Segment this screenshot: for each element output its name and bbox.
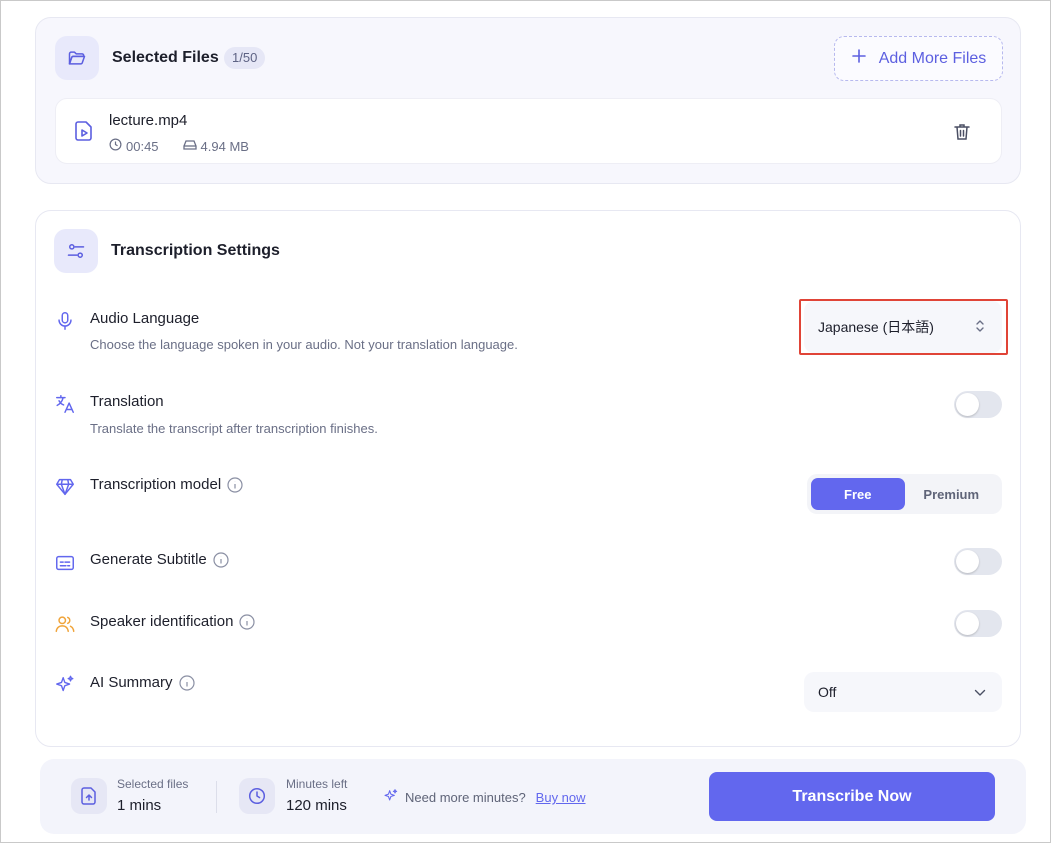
microphone-icon [54, 310, 78, 334]
ai-summary-label: AI Summary [90, 674, 195, 691]
translation-label: Translation [90, 393, 164, 410]
need-more-minutes: Need more minutes? Buy now [383, 788, 586, 807]
diamond-icon [54, 476, 78, 500]
clock-icon [109, 138, 122, 154]
transcription-model-text: Transcription model [90, 476, 222, 493]
model-segmented-control: Free Premium [807, 474, 1002, 514]
sparkles-icon [54, 674, 78, 698]
ai-summary-select[interactable]: Off [804, 672, 1002, 712]
add-more-files-button[interactable]: Add More Files [834, 36, 1003, 81]
settings-title: Transcription Settings [111, 242, 280, 259]
toggle-knob [956, 612, 979, 635]
file-count-badge: 1/50 [224, 47, 266, 69]
audio-language-value: Japanese (日本語) [818, 319, 934, 335]
audio-language-select[interactable]: Japanese (日本語) [804, 301, 1002, 353]
file-meta: 00:45 4.94 MB [109, 138, 249, 154]
speaker-identification-label: Speaker identification [90, 613, 256, 630]
info-icon[interactable] [178, 674, 195, 691]
need-more-minutes-text: Need more minutes? [405, 790, 526, 805]
translate-icon [54, 393, 78, 417]
subtitle-icon [54, 552, 78, 576]
info-icon[interactable] [213, 551, 229, 568]
transcription-settings-card: Transcription Settings Audio Language Ch… [35, 210, 1021, 747]
storage-icon [182, 139, 197, 154]
users-icon [54, 613, 78, 637]
selected-files-card: Selected Files 1/50 Add More Files lectu… [35, 17, 1021, 184]
video-file-icon [75, 121, 93, 146]
clock-icon [239, 778, 275, 814]
chevron-down-icon [974, 684, 986, 700]
toggle-knob [956, 393, 979, 416]
minutes-left-value: 120 mins [286, 797, 347, 814]
plus-icon [851, 48, 867, 69]
sparkles-icon [383, 788, 399, 807]
selected-files-label: Selected files [117, 777, 189, 791]
ai-summary-text: AI Summary [90, 674, 173, 691]
footer-bar: Selected files 1 mins Minutes left 120 m… [40, 759, 1026, 834]
transcription-model-label: Transcription model [90, 476, 243, 493]
ai-summary-value: Off [818, 684, 837, 700]
transcribe-now-button[interactable]: Transcribe Now [709, 772, 995, 821]
add-more-files-label: Add More Files [878, 49, 987, 67]
translation-description: Translate the transcript after transcrip… [90, 421, 378, 436]
model-option-premium[interactable]: Premium [905, 478, 999, 510]
folder-icon [55, 36, 99, 80]
file-name: lecture.mp4 [109, 112, 188, 129]
file-duration: 00:45 [126, 138, 159, 154]
audio-language-label: Audio Language [90, 310, 200, 327]
info-icon[interactable] [239, 613, 256, 630]
info-icon[interactable] [227, 476, 243, 493]
file-size: 4.94 MB [200, 138, 249, 154]
audio-language-description: Choose the language spoken in your audio… [90, 337, 518, 352]
selected-files-value: 1 mins [117, 797, 162, 814]
toggle-knob [956, 550, 979, 573]
generate-subtitle-text: Generate Subtitle [90, 551, 207, 568]
generate-subtitle-label: Generate Subtitle [90, 551, 229, 568]
file-row: lecture.mp4 00:45 4.94 MB [55, 98, 1002, 164]
upload-file-icon [71, 778, 107, 814]
speaker-identification-text: Speaker identification [90, 613, 234, 630]
generate-subtitle-toggle[interactable] [954, 548, 1002, 575]
chevron-up-down-icon [974, 318, 986, 337]
minutes-left-label: Minutes left [286, 777, 348, 791]
trash-icon[interactable] [954, 123, 970, 146]
sliders-icon [54, 229, 98, 273]
app-window: Selected Files 1/50 Add More Files lectu… [0, 0, 1051, 843]
footer-divider [216, 781, 217, 813]
selected-files-title: Selected Files [112, 49, 219, 66]
translation-toggle[interactable] [954, 391, 1002, 418]
speaker-identification-toggle[interactable] [954, 610, 1002, 637]
model-option-free[interactable]: Free [811, 478, 905, 510]
buy-now-link[interactable]: Buy now [536, 790, 586, 805]
